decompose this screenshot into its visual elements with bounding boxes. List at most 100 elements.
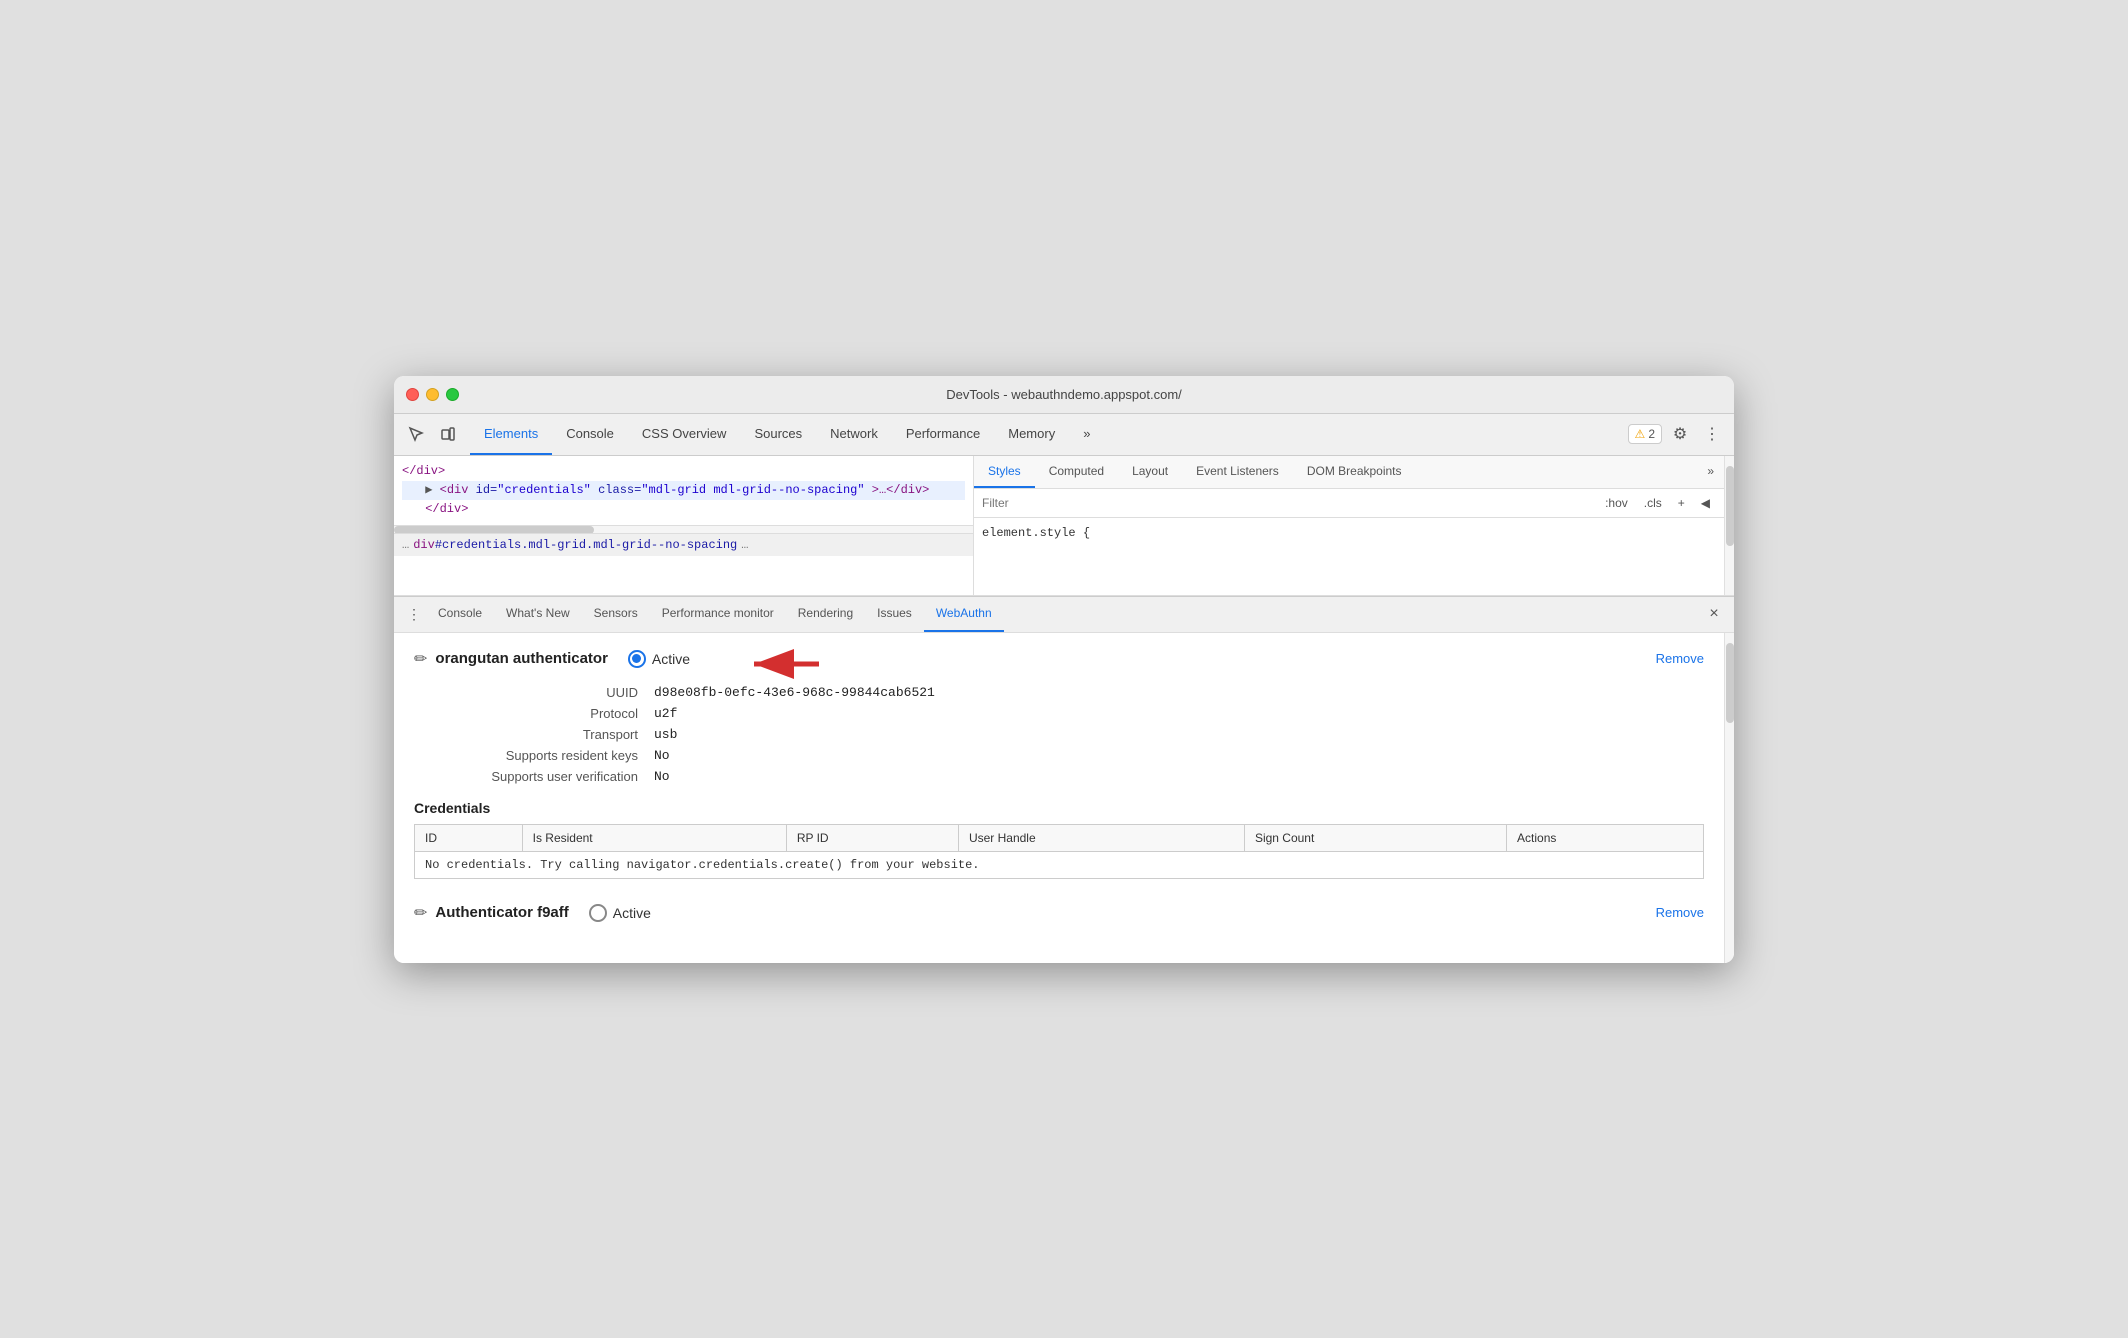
drawer-tab-perf-monitor[interactable]: Performance monitor [650, 597, 786, 632]
no-creds-code: navigator.credentials.create() [627, 858, 843, 872]
breadcrumb-tag[interactable]: div#credentials.mdl-grid.mdl-grid--no-sp… [413, 538, 737, 552]
red-arrow-annotation [734, 639, 824, 689]
col-is-resident: Is Resident [522, 824, 786, 851]
styles-content: element.style { [974, 518, 1724, 548]
authenticator-name-2: Authenticator f9aff [435, 904, 568, 921]
elements-scrollbar [394, 525, 973, 533]
breadcrumb-dots: … [402, 538, 409, 552]
detail-row-resident-keys: Supports resident keys No [438, 748, 1704, 763]
styles-filter-buttons: :hov .cls + ◀ [1599, 493, 1716, 513]
drawer-tab-console[interactable]: Console [426, 597, 494, 632]
authenticator-name-1: orangutan authenticator [435, 650, 608, 667]
active-radio-2[interactable] [589, 904, 607, 922]
toolbar-icons [402, 420, 462, 448]
col-rp-id: RP ID [786, 824, 958, 851]
drawer-tab-issues[interactable]: Issues [865, 597, 924, 632]
edit-icon-1[interactable]: ✏ [414, 649, 427, 669]
close-button[interactable] [406, 388, 419, 401]
transport-label: Transport [438, 727, 638, 742]
detail-row-uuid: UUID d98e08fb-0efc-43e6-968c-99844cab652… [438, 685, 1704, 700]
remove-link-2[interactable]: Remove [1656, 905, 1704, 920]
drawer-tabs-bar: ⋮ Console What's New Sensors Performance… [394, 597, 1734, 633]
warning-icon: ⚠ [1635, 427, 1646, 441]
element-style-rule: element.style { [982, 526, 1716, 540]
col-sign-count: Sign Count [1244, 824, 1506, 851]
top-panels: </div> ▶ <div id="credentials" class="md… [394, 456, 1734, 596]
fullscreen-button[interactable] [446, 388, 459, 401]
breadcrumb-more[interactable]: … [741, 538, 748, 552]
styles-tab-dom-breakpoints[interactable]: DOM Breakpoints [1293, 456, 1416, 488]
hov-button[interactable]: :hov [1599, 493, 1634, 513]
tab-css-overview[interactable]: CSS Overview [628, 414, 741, 455]
resident-keys-value: No [654, 748, 670, 763]
transport-value: usb [654, 727, 677, 742]
styles-tab-computed[interactable]: Computed [1035, 456, 1118, 488]
tab-more[interactable]: » [1069, 414, 1104, 455]
drawer-close-button[interactable]: × [1702, 602, 1726, 626]
tab-performance[interactable]: Performance [892, 414, 994, 455]
more-options-icon[interactable]: ⋮ [1698, 420, 1726, 448]
main-scrollbar[interactable] [1724, 456, 1734, 595]
toolbar-right: ⚠ 2 ⚙ ⋮ [1628, 420, 1726, 448]
styles-tab-more[interactable]: » [1697, 456, 1724, 488]
webauthn-scrollbar[interactable] [1724, 633, 1734, 963]
authenticator-header-2: ✏ Authenticator f9aff Active Remove [414, 903, 1704, 923]
no-credentials-message: No credentials. Try calling navigator.cr… [415, 851, 1704, 878]
authenticator-section-1: ✏ orangutan authenticator Active [414, 649, 1704, 879]
html-line-2-selected[interactable]: ▶ <div id="credentials" class="mdl-grid … [402, 481, 965, 500]
titlebar: DevTools - webauthndemo.appspot.com/ [394, 376, 1734, 414]
styles-tab-layout[interactable]: Layout [1118, 456, 1182, 488]
user-verification-value: No [654, 769, 670, 784]
drawer-tab-webauthn[interactable]: WebAuthn [924, 597, 1004, 632]
window-title: DevTools - webauthndemo.appspot.com/ [946, 387, 1182, 402]
drawer-tab-rendering[interactable]: Rendering [786, 597, 865, 632]
edit-icon-2[interactable]: ✏ [414, 903, 427, 923]
tab-console[interactable]: Console [552, 414, 628, 455]
warning-badge[interactable]: ⚠ 2 [1628, 424, 1662, 444]
tab-elements[interactable]: Elements [470, 414, 552, 455]
authenticator-header-1: ✏ orangutan authenticator Active [414, 649, 1704, 669]
traffic-lights [406, 388, 459, 401]
protocol-value: u2f [654, 706, 677, 721]
collapse-button[interactable]: ◀ [1695, 493, 1716, 513]
detail-row-transport: Transport usb [438, 727, 1704, 742]
drawer-tab-sensors[interactable]: Sensors [582, 597, 650, 632]
styles-tab-event-listeners[interactable]: Event Listeners [1182, 456, 1293, 488]
scrollbar-thumb [1726, 466, 1734, 546]
main-area: </div> ▶ <div id="credentials" class="md… [394, 456, 1734, 963]
device-toolbar-icon[interactable] [434, 420, 462, 448]
breadcrumb: … div#credentials.mdl-grid.mdl-grid--no-… [394, 533, 973, 556]
tab-network[interactable]: Network [816, 414, 892, 455]
remove-link-1[interactable]: Remove [1656, 651, 1704, 666]
html-line-1: </div> [402, 462, 965, 481]
drawer-menu-button[interactable]: ⋮ [402, 602, 426, 626]
detail-row-protocol: Protocol u2f [438, 706, 1704, 721]
browser-window: DevTools - webauthndemo.appspot.com/ Ele… [394, 376, 1734, 963]
element-picker-icon[interactable] [402, 420, 430, 448]
drawer-tab-whats-new[interactable]: What's New [494, 597, 582, 632]
active-radio-1[interactable] [628, 650, 646, 668]
uuid-label: UUID [438, 685, 638, 700]
styles-tab-styles[interactable]: Styles [974, 456, 1035, 488]
tab-memory[interactable]: Memory [994, 414, 1069, 455]
col-user-handle: User Handle [958, 824, 1244, 851]
active-radio-group-1: Active [628, 650, 690, 668]
expand-icon[interactable]: ▶ [425, 483, 439, 497]
no-credentials-row: No credentials. Try calling navigator.cr… [415, 851, 1704, 878]
credentials-section-1: Credentials ID Is Resident RP ID User Ha… [414, 800, 1704, 879]
authenticator-section-2: ✏ Authenticator f9aff Active Remove [414, 903, 1704, 923]
settings-icon[interactable]: ⚙ [1666, 420, 1694, 448]
styles-filter-input[interactable] [982, 496, 1593, 510]
tab-sources[interactable]: Sources [740, 414, 816, 455]
uuid-value: d98e08fb-0efc-43e6-968c-99844cab6521 [654, 685, 935, 700]
credentials-table: ID Is Resident RP ID User Handle Sign Co… [414, 824, 1704, 879]
active-label-2: Active [613, 905, 651, 921]
minimize-button[interactable] [426, 388, 439, 401]
credentials-title: Credentials [414, 800, 1704, 816]
add-style-button[interactable]: + [1672, 493, 1691, 513]
webauthn-content: ✏ orangutan authenticator Active [394, 633, 1724, 963]
styles-panel: Styles Computed Layout Event Listeners D… [974, 456, 1724, 595]
styles-filter-bar: :hov .cls + ◀ [974, 489, 1724, 518]
cls-button[interactable]: .cls [1638, 493, 1668, 513]
webauthn-scrollbar-thumb [1726, 643, 1734, 723]
